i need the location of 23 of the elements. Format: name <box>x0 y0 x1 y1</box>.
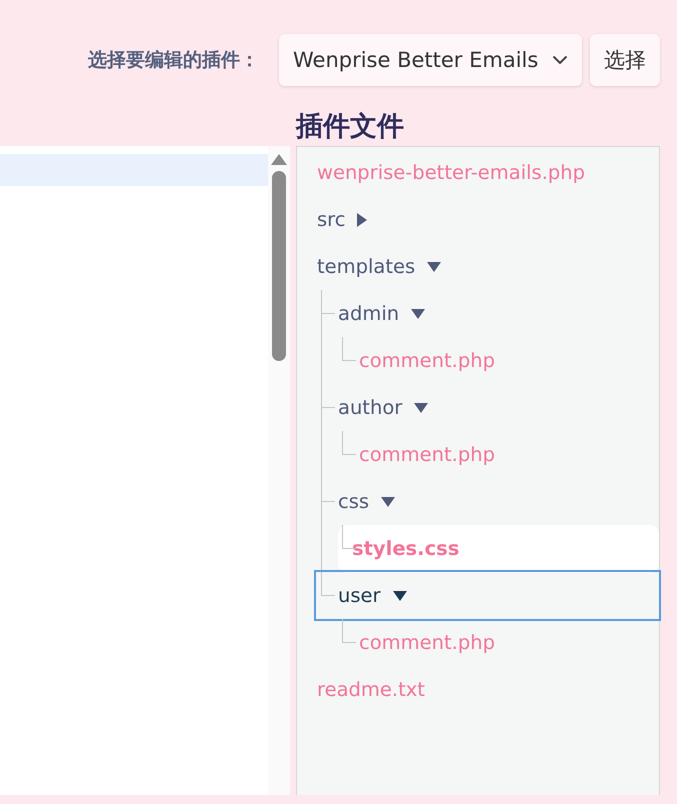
scrollbar-thumb[interactable] <box>272 171 286 361</box>
caret-right-icon[interactable] <box>357 212 368 226</box>
chevron-down-icon <box>552 55 568 65</box>
folder-item[interactable]: templates <box>317 243 442 290</box>
caret-down-icon[interactable] <box>427 262 442 272</box>
caret-down-icon[interactable] <box>414 402 428 412</box>
select-button[interactable]: 选择 <box>590 34 660 86</box>
caret-down-icon[interactable] <box>381 496 396 506</box>
caret-down-icon[interactable] <box>392 590 407 600</box>
tree-connector-line <box>342 619 356 643</box>
folder-item[interactable]: css <box>338 478 396 525</box>
folder-item[interactable]: src <box>317 196 368 243</box>
folder-item[interactable]: author <box>338 384 428 431</box>
tree-connector-line <box>342 431 356 455</box>
scroll-up-icon[interactable] <box>271 154 287 165</box>
plugin-select-label: 选择要编辑的插件： <box>88 48 259 73</box>
tree-connector-line <box>342 337 356 361</box>
scrollbar-track[interactable] <box>268 146 290 795</box>
caret-down-icon[interactable] <box>411 308 426 318</box>
plugin-files-heading: 插件文件 <box>296 110 405 144</box>
plugin-dropdown[interactable]: Wenprise Better Emails <box>279 34 582 86</box>
folder-item[interactable]: user <box>316 572 659 619</box>
folder-item[interactable]: admin <box>338 290 426 337</box>
